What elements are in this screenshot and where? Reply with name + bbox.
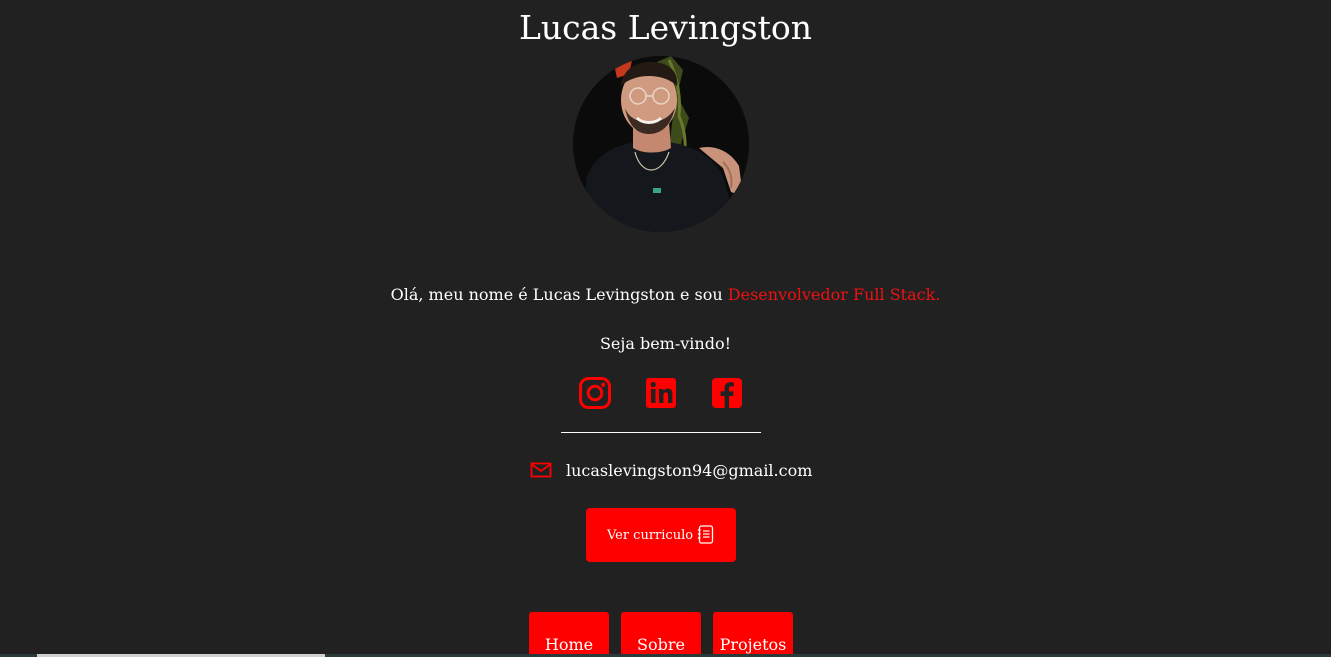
facebook-link[interactable] [710,376,744,410]
welcome-text: Seja bem-vindo! [599,334,732,353]
linkedin-link[interactable] [644,376,678,410]
instagram-link[interactable] [578,376,612,410]
intro-prefix: Olá, meu nome é Lucas Levingston e sou [390,285,728,304]
intro-text: Olá, meu nome é Lucas Levingston e sou D… [0,284,1331,306]
view-resume-button[interactable]: Ver curriculo [586,508,736,562]
social-links [576,376,756,410]
facebook-icon [712,378,742,408]
nav-home-button[interactable]: Home [529,612,609,657]
avatar-photo [573,56,749,232]
view-resume-label: Ver curriculo [606,527,694,543]
intro-role: Desenvolvedor Full Stack. [727,285,941,304]
portfolio-page: Lucas Levingston Olá, meu nome é Lucas L… [0,0,1331,657]
page-title: Lucas Levingston [518,8,813,47]
email-contact: lucaslevingston94@gmail.com [530,458,812,482]
nav-projects-button[interactable]: Projetos [713,612,793,657]
instagram-icon [579,377,611,409]
email-address[interactable]: lucaslevingston94@gmail.com [566,461,812,480]
document-icon [697,525,714,544]
avatar [573,56,749,232]
divider [561,432,761,433]
linkedin-icon [646,378,676,408]
nav-about-button[interactable]: Sobre [621,612,701,657]
mail-icon [530,462,552,478]
